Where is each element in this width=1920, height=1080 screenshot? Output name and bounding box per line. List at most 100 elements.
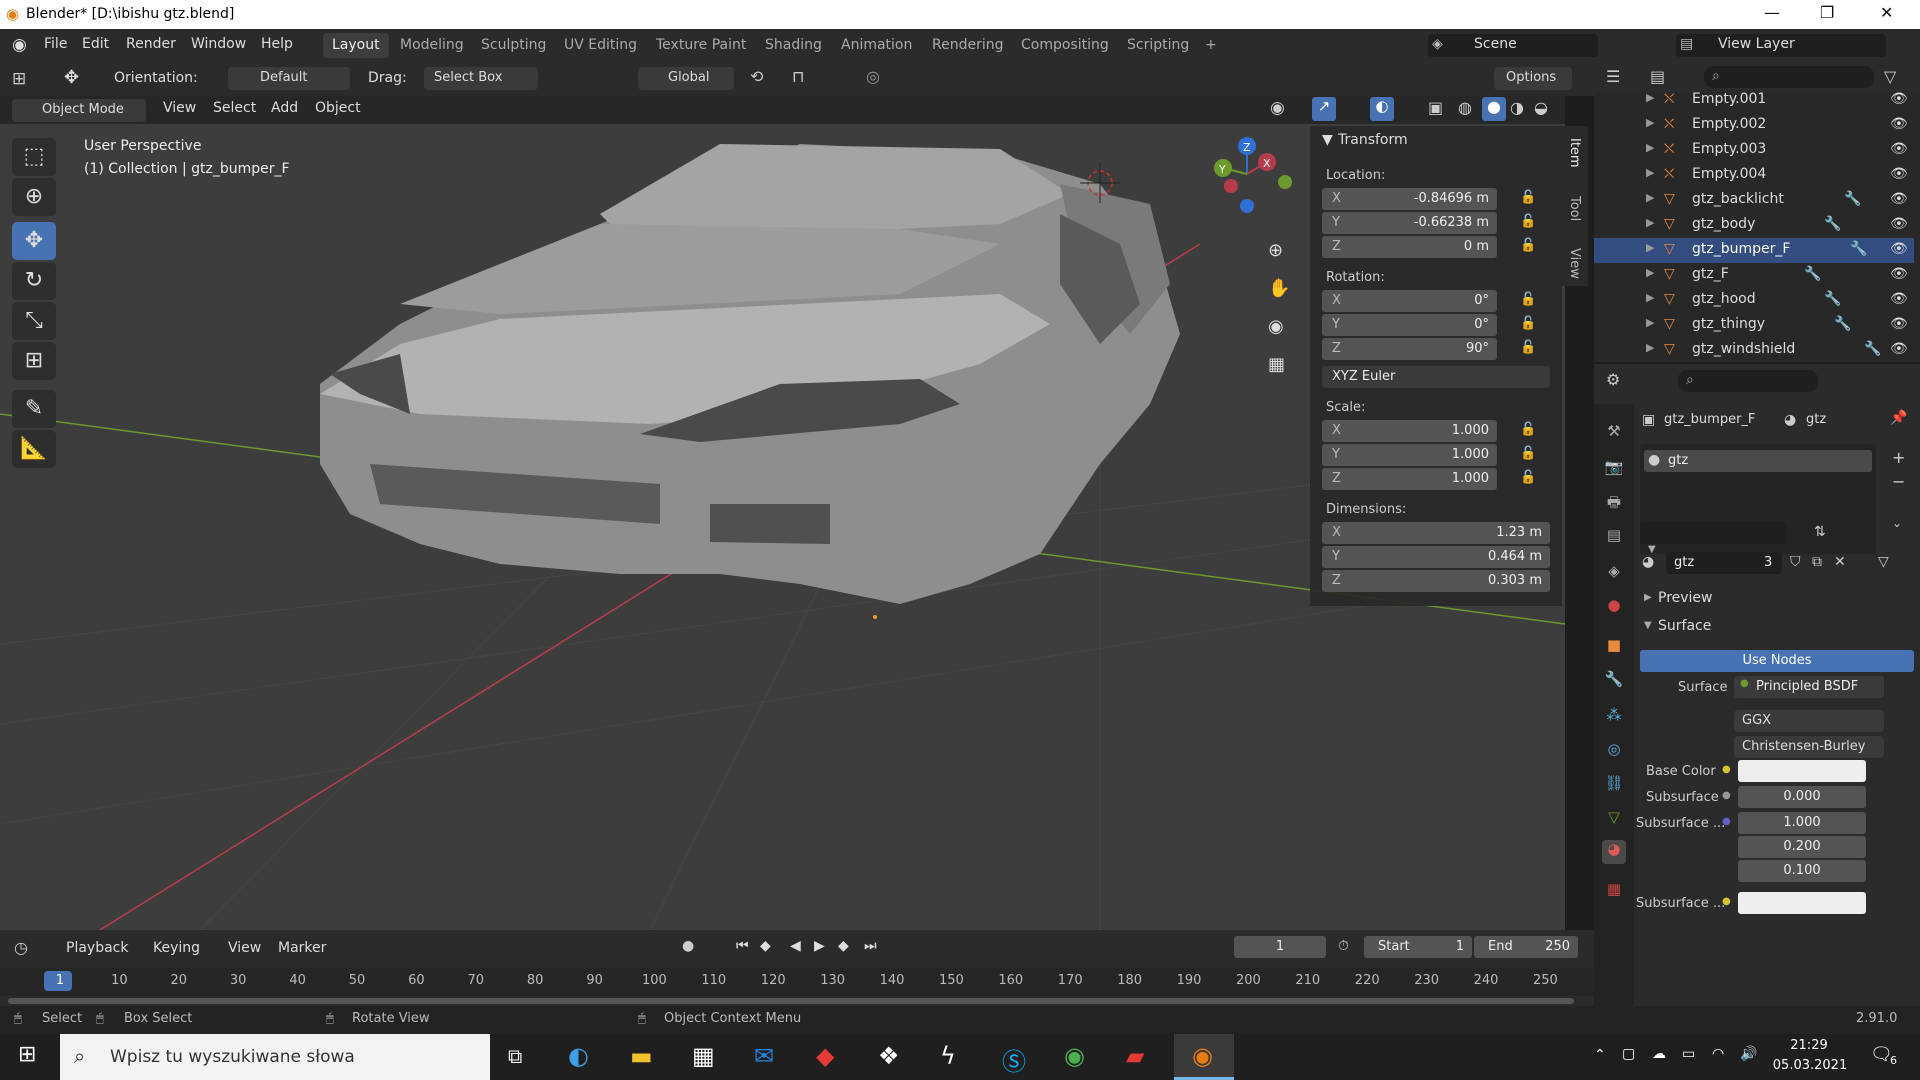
tab-item[interactable]: Item xyxy=(1567,138,1582,168)
solid-shading-icon[interactable]: ● xyxy=(1482,97,1506,121)
outliner-row-selected[interactable]: ▶ ▽ gtz_bumper_F 🔧 👁 xyxy=(1594,238,1914,263)
xray-icon[interactable]: ▣ xyxy=(1428,98,1443,117)
fake-user-shield-icon[interactable]: ⛉ xyxy=(1790,554,1801,570)
expand-icon[interactable]: ▶ xyxy=(1646,341,1654,354)
preview-section[interactable]: Preview xyxy=(1658,590,1713,606)
rotation-mode-dropdown[interactable]: XYZ Euler xyxy=(1322,366,1550,388)
location-y-lock-icon[interactable]: 🔓 xyxy=(1520,214,1536,229)
material-name-field[interactable]: gtz 3 xyxy=(1666,552,1782,574)
menu-window[interactable]: Window xyxy=(191,36,246,52)
expand-icon[interactable]: ▶ xyxy=(1646,116,1654,129)
scale-x-lock-icon[interactable]: 🔓 xyxy=(1520,422,1536,437)
surface-section[interactable]: Surface xyxy=(1658,618,1711,634)
overlay-toggle-icon[interactable]: ◐ xyxy=(1370,97,1394,121)
red-app-icon[interactable]: ◆ xyxy=(816,1042,834,1070)
blender-taskbar-button[interactable]: ◉ xyxy=(1174,1034,1234,1080)
subsurface-radius-x-field[interactable]: 1.000 xyxy=(1738,812,1866,834)
store-icon[interactable]: ▦ xyxy=(692,1042,715,1070)
volume-icon[interactable]: 🔊 xyxy=(1740,1046,1757,1062)
tab-animation[interactable]: Animation xyxy=(832,33,921,58)
tray-device-icon[interactable]: ▢ xyxy=(1622,1046,1635,1062)
render-tab-icon[interactable]: 📷 xyxy=(1602,458,1626,482)
properties-search-input[interactable]: ⌕ xyxy=(1678,370,1818,392)
subsurface-method-dropdown[interactable]: Christensen-Burley xyxy=(1734,736,1884,758)
lightning-app-icon[interactable]: ϟ xyxy=(940,1042,956,1070)
eye-icon[interactable]: 👁 xyxy=(1890,91,1908,107)
location-z-lock-icon[interactable]: 🔓 xyxy=(1520,238,1536,253)
timeline-menu-playback[interactable]: Playback xyxy=(66,940,128,956)
outliner-row[interactable]: ▶ ▽ gtz_body 🔧 👁 xyxy=(1594,213,1914,238)
texture-tab-icon[interactable]: ▦ xyxy=(1602,880,1626,904)
tab-rendering[interactable]: Rendering xyxy=(923,33,1013,58)
material-slot-item[interactable]: ● gtz xyxy=(1644,450,1872,472)
rotation-z-field[interactable]: Z 90° xyxy=(1322,338,1497,360)
eye-icon[interactable]: 👁 xyxy=(1890,116,1908,132)
start-frame-field[interactable]: Start 1 xyxy=(1364,936,1472,958)
subsurface-radius-y-field[interactable]: 0.200 xyxy=(1738,836,1866,858)
eye-icon[interactable]: 👁 xyxy=(1890,216,1908,232)
skype-icon[interactable]: Ⓢ xyxy=(1002,1042,1026,1077)
jump-end-icon[interactable]: ⏭ xyxy=(864,938,877,954)
cursor-tool-icon[interactable]: ⊕ xyxy=(12,178,56,216)
tray-expand-icon[interactable]: ⌃ xyxy=(1594,1047,1606,1063)
display-mode-icon[interactable]: ▤ xyxy=(1650,67,1665,86)
tab-scripting[interactable]: Scripting xyxy=(1118,33,1198,58)
prev-keyframe-icon[interactable]: ◆ xyxy=(760,938,771,954)
car-model[interactable] xyxy=(320,144,1180,604)
eye-icon[interactable]: 👁 xyxy=(1890,316,1908,332)
expand-icon[interactable]: ▶ xyxy=(1646,241,1654,254)
clock-icon[interactable]: ⏱ xyxy=(1338,938,1349,954)
browse-material-icon[interactable]: ◕ xyxy=(1642,554,1654,570)
blender-menu-icon[interactable]: ◉ xyxy=(12,35,27,55)
tab-texture-paint[interactable]: Texture Paint xyxy=(647,33,755,58)
menu-edit[interactable]: Edit xyxy=(82,36,109,52)
close-button[interactable]: ✕ xyxy=(1880,3,1893,22)
data-tab-icon[interactable]: ▽ xyxy=(1602,808,1626,832)
slot-filter-input[interactable] xyxy=(1640,522,1786,544)
outliner-row[interactable]: ▶ ⛌ Empty.002 👁 xyxy=(1594,113,1914,138)
menu-render[interactable]: Render xyxy=(126,36,176,52)
expand-icon[interactable]: ▶ xyxy=(1646,191,1654,204)
wifi-icon[interactable]: ◠ xyxy=(1712,1046,1724,1062)
tab-uv-editing[interactable]: UV Editing xyxy=(555,33,646,58)
minimize-button[interactable]: — xyxy=(1764,3,1780,22)
world-tab-icon[interactable]: ● xyxy=(1602,596,1626,620)
dropbox-icon[interactable]: ❖ xyxy=(878,1042,900,1070)
viewport-menu-view[interactable]: View xyxy=(163,100,196,116)
outliner-row[interactable]: ▶ ▽ gtz_windshield 🔧 👁 xyxy=(1594,338,1914,363)
constraints-tab-icon[interactable]: ⛓ xyxy=(1602,774,1626,798)
properties-editor-icon[interactable]: ⚙ xyxy=(1606,370,1620,389)
outliner-search-input[interactable]: ⌕ xyxy=(1704,66,1874,88)
transform-tool-icon[interactable]: ⊞ xyxy=(12,342,56,380)
frame-ruler[interactable]: 1 10 20 30 40 50 60 70 80 90 100 110 120 130 140 150 160… xyxy=(0,968,1594,996)
location-x-field[interactable]: X -0.84696 m xyxy=(1322,188,1497,210)
add-workspace-button[interactable]: + xyxy=(1196,33,1226,58)
edge-browser-icon[interactable]: ◐ xyxy=(568,1042,589,1070)
task-view-icon[interactable]: ⧉ xyxy=(508,1044,522,1068)
rendered-shading-icon[interactable]: ◒ xyxy=(1534,98,1548,117)
dimensions-x-field[interactable]: X 1.23 m xyxy=(1322,522,1550,544)
object-tab-icon[interactable]: ■ xyxy=(1602,636,1626,660)
surface-expand-icon[interactable]: ▼ xyxy=(1644,620,1652,631)
eye-icon[interactable]: 👁 xyxy=(1890,141,1908,157)
subsurface-color-swatch[interactable] xyxy=(1738,892,1866,914)
taskbar-search-box[interactable]: ⌕ Wpisz tu wyszukiwane słowa xyxy=(60,1034,490,1080)
transform-orientation-dropdown[interactable]: Global xyxy=(638,67,734,90)
eye-icon[interactable]: 👁 xyxy=(1890,341,1908,357)
outliner-row[interactable]: ▶ ▽ gtz_F 🔧 👁 xyxy=(1594,263,1914,288)
outliner-row[interactable]: ▶ ⛌ Empty.001 👁 xyxy=(1594,88,1914,113)
timeline-menu-view[interactable]: View xyxy=(228,940,261,956)
pivot-icon[interactable]: ⟲ xyxy=(750,67,763,86)
menu-file[interactable]: File xyxy=(44,36,67,52)
file-explorer-icon[interactable]: ▬ xyxy=(630,1042,653,1070)
remove-slot-icon[interactable]: − xyxy=(1892,472,1905,491)
proportional-edit-icon[interactable]: ◎ xyxy=(866,67,880,86)
timeline-editor-icon[interactable]: ◷ xyxy=(14,938,28,957)
timeline-menu-keying[interactable]: Keying xyxy=(153,940,200,956)
distribution-dropdown[interactable]: GGX xyxy=(1734,710,1884,732)
base-color-swatch[interactable] xyxy=(1738,760,1866,782)
eye-icon[interactable]: 👁 xyxy=(1890,166,1908,182)
rotation-y-field[interactable]: Y 0° xyxy=(1322,314,1497,336)
tab-shading[interactable]: Shading xyxy=(756,33,831,58)
mode-dropdown[interactable]: Object Mode xyxy=(12,99,146,122)
